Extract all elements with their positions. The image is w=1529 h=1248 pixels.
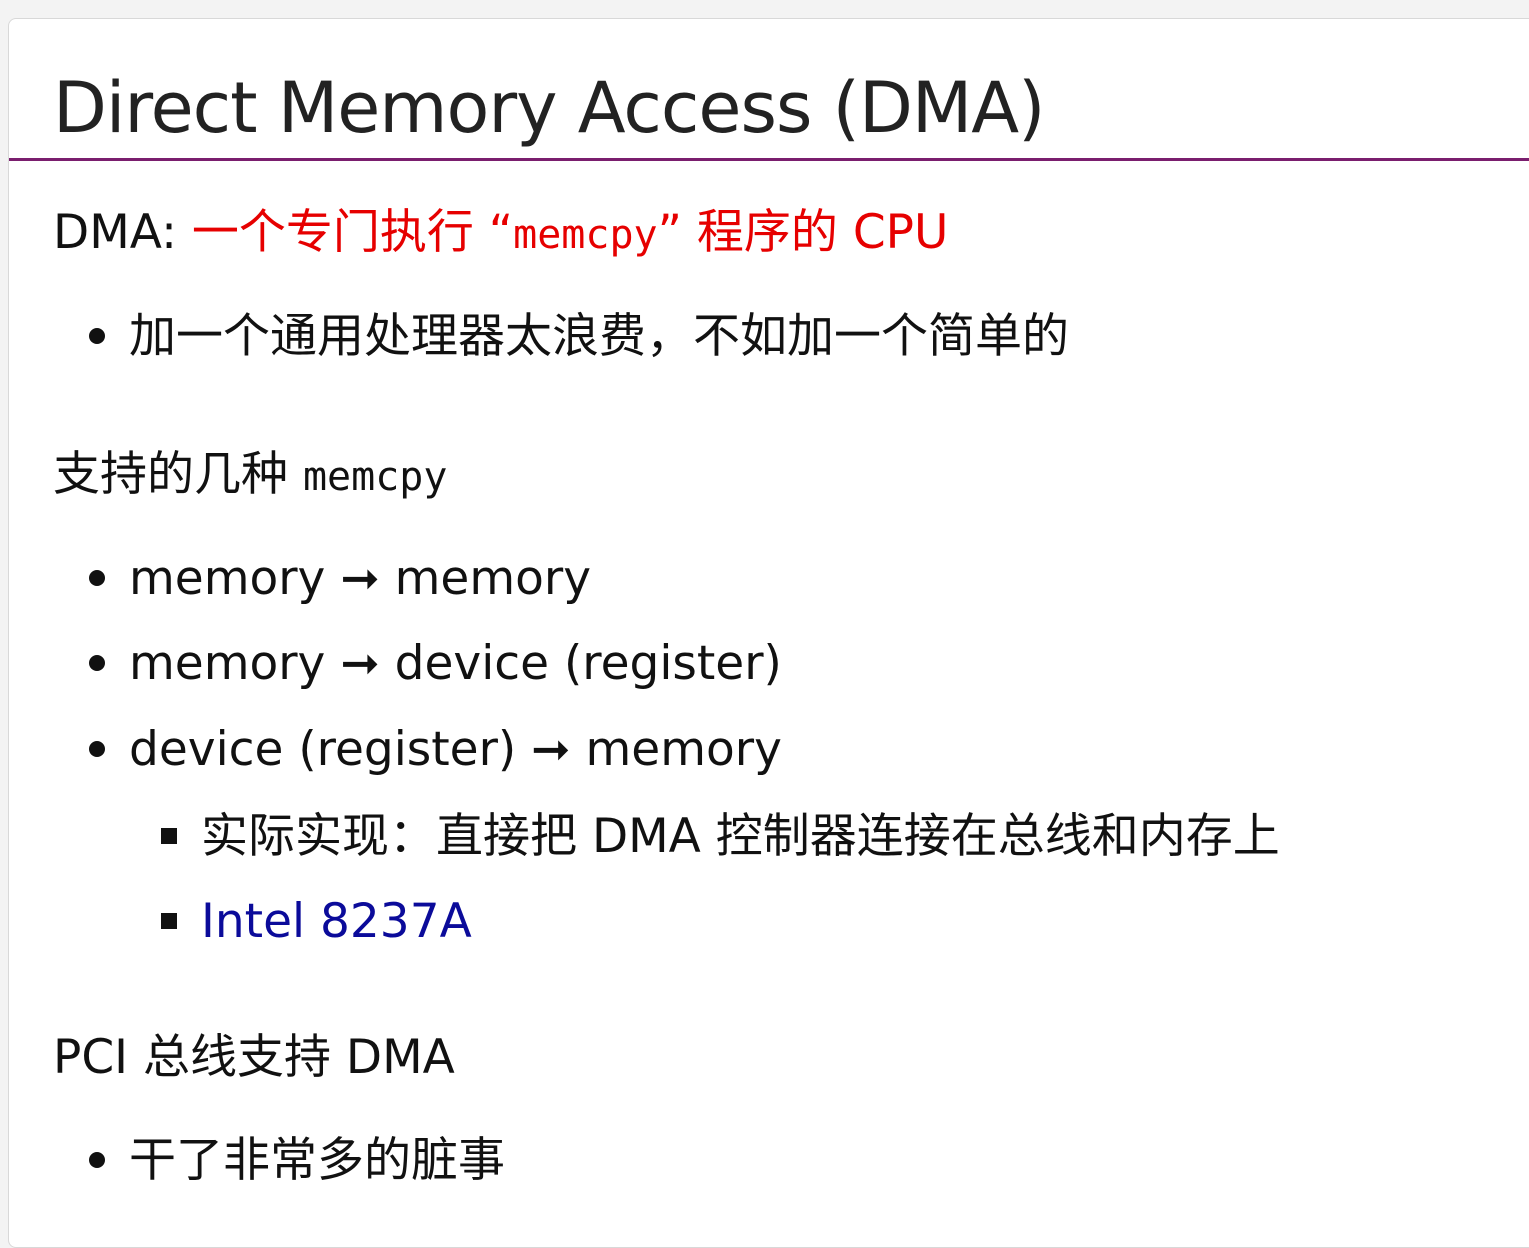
bullet-dot-icon: [89, 569, 105, 586]
dma-highlight: 一个专门执行 “memcpy” 程序的 CPU: [192, 205, 949, 260]
sub-list-item: Intel 8237A: [161, 892, 472, 952]
list-item: memory ➞ memory: [89, 549, 591, 609]
bullet-text: 加一个通用处理器太浪费，不如加一个简单的: [129, 309, 1069, 364]
memcpy-heading: 支持的几种 memcpy: [53, 445, 447, 507]
bullet-text: device (register) ➞ memory: [129, 722, 782, 777]
slide: Direct Memory Access (DMA) DMA: 一个专门执行 “…: [8, 18, 1529, 1248]
bullet-dot-icon: [89, 1151, 105, 1168]
dma-label: DMA:: [53, 205, 192, 260]
dma-highlight-text-before: 一个专门执行 “: [191, 205, 514, 260]
title-divider: [9, 158, 1529, 161]
bullet-dot-icon: [89, 327, 105, 344]
list-item: 干了非常多的脏事: [89, 1131, 505, 1191]
intel-8237a-link[interactable]: Intel 8237A: [201, 894, 472, 949]
bullet-text: memory ➞ memory: [129, 551, 592, 606]
memcpy-heading-code: memcpy: [302, 454, 448, 500]
bullet-text: memory ➞ device (register): [129, 636, 782, 691]
list-item: device (register) ➞ memory: [89, 720, 782, 780]
list-item: memory ➞ device (register): [89, 634, 782, 694]
sub-list-item: 实际实现：直接把 DMA 控制器连接在总线和内存上: [161, 807, 1280, 867]
pci-heading: PCI 总线支持 DMA: [53, 1030, 455, 1085]
memcpy-heading-text: 支持的几种: [53, 447, 303, 502]
square-bullet-icon: [161, 827, 177, 844]
sub-item-text: 实际实现：直接把 DMA 控制器连接在总线和内存上: [201, 809, 1280, 864]
dma-definition: DMA: 一个专门执行 “memcpy” 程序的 CPU: [53, 203, 948, 265]
slide-title: Direct Memory Access (DMA): [53, 67, 1045, 149]
bullet-text: 干了非常多的脏事: [129, 1133, 505, 1188]
bullet-dot-icon: [89, 740, 105, 757]
memcpy-code: memcpy: [513, 212, 658, 258]
bullet-dot-icon: [89, 654, 105, 671]
dma-highlight-text-after: ” 程序的 CPU: [657, 205, 949, 260]
square-bullet-icon: [161, 912, 177, 929]
list-item: 加一个通用处理器太浪费，不如加一个简单的: [89, 307, 1069, 367]
